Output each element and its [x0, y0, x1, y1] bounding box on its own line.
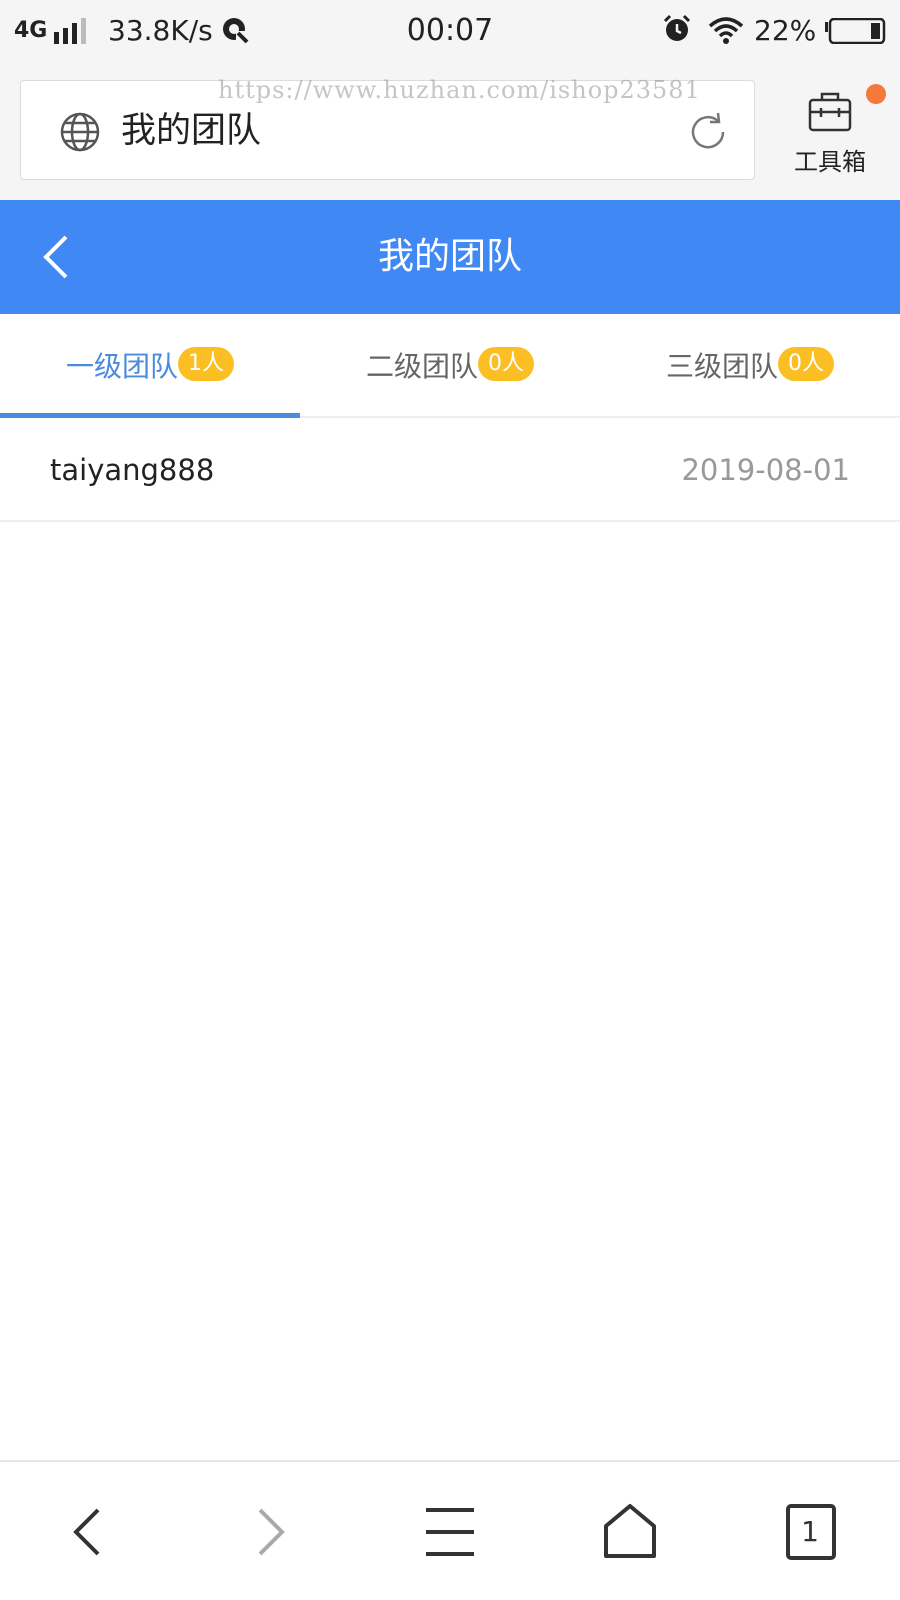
member-count-badge: 0人 [778, 347, 834, 381]
chevron-left-icon[interactable] [52, 1496, 124, 1568]
tab-label: 一级团队 [65, 350, 178, 383]
browser-toolbar: 我的团队 https://www.huzhan.com/ishop23581 工… [0, 62, 900, 200]
toolbox-label: 工具箱 [794, 148, 866, 176]
globe-icon [60, 112, 100, 152]
tab-level-2[interactable]: 二级团队 0人 [300, 314, 600, 418]
chevron-right-icon[interactable] [234, 1496, 306, 1568]
member-name: taiyang888 [50, 453, 215, 487]
notification-dot [866, 84, 886, 104]
tab-count: 1 [801, 1515, 819, 1548]
watermark-text: https://www.huzhan.com/ishop23581 [218, 76, 701, 104]
home-icon[interactable] [594, 1496, 666, 1568]
tab-level-1[interactable]: 一级团队 1人 [0, 314, 300, 418]
page-header: 我的团队 [0, 200, 900, 314]
status-bar: 4G 33.8K/s 00:07 22% [0, 0, 900, 62]
tab-label: 二级团队 [365, 350, 478, 383]
list-item[interactable]: taiyang888 2019-08-01 [0, 418, 900, 522]
tabs-button[interactable]: 1 [774, 1496, 846, 1568]
alarm-icon [663, 14, 691, 41]
browser-bottom-nav: 1 [0, 1460, 900, 1600]
member-count-badge: 0人 [478, 347, 534, 381]
battery-percent: 22% [754, 14, 817, 47]
address-text: 我的团队 [121, 111, 262, 151]
back-icon[interactable] [30, 227, 90, 287]
tab-label: 三级团队 [665, 350, 778, 383]
hamburger-icon[interactable] [414, 1496, 486, 1568]
page-title: 我的团队 [377, 236, 522, 277]
team-level-tabs: 一级团队 1人 二级团队 0人 三级团队 0人 [0, 314, 900, 418]
toolbox-button[interactable]: 工具箱 [780, 84, 886, 180]
wifi-icon [708, 17, 744, 44]
join-date: 2019-08-01 [681, 453, 850, 487]
tab-level-3[interactable]: 三级团队 0人 [600, 314, 900, 418]
toolbox-icon [808, 92, 852, 132]
battery-icon [825, 18, 886, 44]
member-count-badge: 1人 [178, 347, 234, 381]
refresh-icon[interactable] [685, 109, 731, 155]
member-list: taiyang888 2019-08-01 [0, 418, 900, 522]
